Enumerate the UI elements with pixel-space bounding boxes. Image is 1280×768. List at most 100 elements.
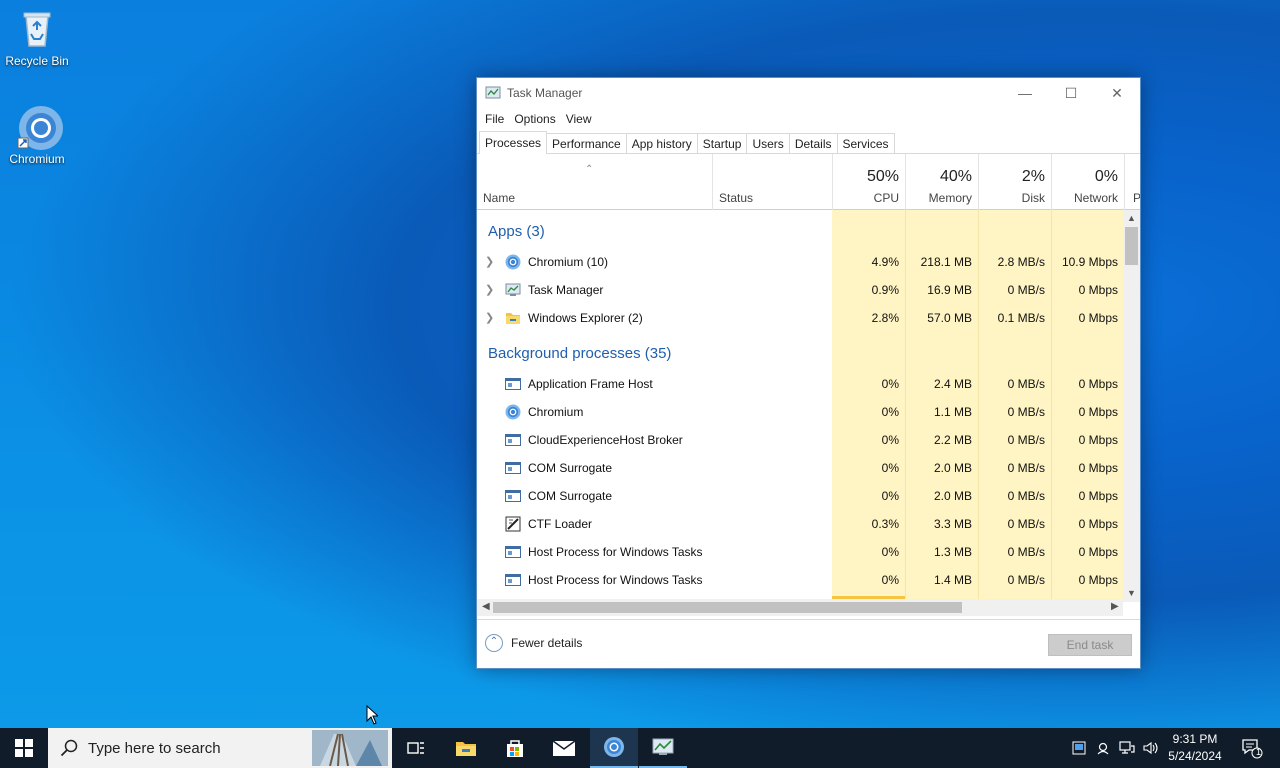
process-network: 0 Mbps xyxy=(1078,377,1118,391)
horizontal-scroll-thumb[interactable] xyxy=(493,602,962,613)
process-row[interactable]: Host Process for Windows Tasks 0% 1.4 MB 0 … xyxy=(477,566,1123,594)
process-row[interactable]: Chromium 0% 1.1 MB 0 MB/s 0 Mbps xyxy=(477,398,1123,426)
clock[interactable]: 9:31 PM 5/24/2024 xyxy=(1160,731,1230,765)
chromium-icon xyxy=(604,737,624,757)
tray-window-icon xyxy=(1072,741,1086,755)
process-disk: 0 MB/s xyxy=(1007,517,1045,531)
action-center-button[interactable]: 1 xyxy=(1232,728,1272,768)
process-network: 0 Mbps xyxy=(1078,405,1118,419)
process-row[interactable]: Application Frame Host 0% 2.4 MB 0 MB/s 0 Mb… xyxy=(477,370,1123,398)
recycle-bin-shortcut[interactable]: Recycle Bin xyxy=(0,6,74,68)
chromium-taskbar-button[interactable] xyxy=(590,728,638,768)
process-network: 10.9 Mbps xyxy=(1061,255,1118,269)
process-disk: 0 MB/s xyxy=(1007,573,1045,587)
menu-bar: File Options View xyxy=(477,108,1140,130)
process-disk: 0.1 MB/s xyxy=(997,311,1045,325)
process-memory: 2.2 MB xyxy=(933,433,972,447)
col-power[interactable]: P xyxy=(1124,154,1140,210)
scroll-left-icon[interactable]: ◀ xyxy=(482,601,490,612)
menu-options[interactable]: Options xyxy=(510,112,559,126)
scroll-down-icon[interactable]: ▼ xyxy=(1123,588,1140,598)
minimize-button[interactable]: — xyxy=(1002,78,1048,108)
close-button[interactable]: ✕ xyxy=(1094,78,1140,108)
process-row[interactable]: COM Surrogate 0% 2.0 MB 0 MB/s 0 Mbps xyxy=(477,482,1123,510)
horizontal-scrollbar[interactable]: ◀ ▶ xyxy=(477,599,1123,616)
tab-performance[interactable]: Performance xyxy=(546,133,627,153)
vertical-scrollbar[interactable]: ▲ ▼ xyxy=(1123,210,1140,602)
col-status[interactable]: Status xyxy=(712,154,832,210)
scroll-right-icon[interactable]: ▶ xyxy=(1111,601,1119,612)
chromium-shortcut[interactable]: Chromium xyxy=(0,104,74,166)
process-name: Host Process for Windows Tasks xyxy=(528,545,703,559)
volume-button[interactable] xyxy=(1140,728,1162,768)
process-row[interactable]: ❯ Task Manager 0.9% 16.9 MB 0 MB/s 0 Mbps xyxy=(477,276,1123,304)
col-disk[interactable]: 2% Disk xyxy=(978,154,1051,210)
app-window-icon xyxy=(505,460,521,476)
col-cpu[interactable]: 50% CPU xyxy=(832,154,905,210)
tab-app-history[interactable]: App history xyxy=(625,133,698,153)
recycle-bin-label: Recycle Bin xyxy=(5,54,69,68)
process-row[interactable]: Host Process for Windows Tasks 0% 1.3 MB 0 … xyxy=(477,538,1123,566)
tab-services[interactable]: Services xyxy=(836,133,895,153)
process-row[interactable]: CTF Loader 0.3% 3.3 MB 0 MB/s 0 Mbps xyxy=(477,510,1123,538)
start-button[interactable] xyxy=(0,728,48,768)
process-disk: 0 MB/s xyxy=(1007,405,1045,419)
process-network: 0 Mbps xyxy=(1078,311,1118,325)
chromium-icon xyxy=(505,254,521,270)
maximize-button[interactable]: ☐ xyxy=(1048,78,1094,108)
tab-users[interactable]: Users xyxy=(746,133,790,153)
scroll-up-icon[interactable]: ▲ xyxy=(1123,213,1140,223)
vertical-scroll-thumb[interactable] xyxy=(1125,227,1138,265)
process-disk: 0 MB/s xyxy=(1007,461,1045,475)
tab-startup[interactable]: Startup xyxy=(696,133,748,153)
process-cpu: 0% xyxy=(881,405,899,419)
network-button[interactable] xyxy=(1116,728,1138,768)
recycle-bin-icon xyxy=(15,6,59,50)
tab-processes[interactable]: Processes xyxy=(479,131,548,154)
footer: ⌃ Fewer details End task xyxy=(477,619,1140,668)
task-view-button[interactable] xyxy=(392,728,440,768)
tray-app-button[interactable] xyxy=(1068,728,1090,768)
tab-details[interactable]: Details xyxy=(788,133,838,153)
process-memory: 3.3 MB xyxy=(933,517,972,531)
process-row[interactable]: CloudExperienceHost Broker 0% 2.2 MB 0 MB/s… xyxy=(477,426,1123,454)
col-memory[interactable]: 40% Memory xyxy=(905,154,978,210)
process-row[interactable]: ❯ Windows Explorer (2) 2.8% 57.0 MB 0.1 MB/s… xyxy=(477,304,1123,332)
ctf-loader-icon xyxy=(505,516,521,532)
menu-view[interactable]: View xyxy=(562,112,596,126)
title-bar[interactable]: Task Manager — ☐ ✕ xyxy=(477,78,1140,108)
app-window-icon xyxy=(505,488,521,504)
app-window-icon xyxy=(505,544,521,560)
task-manager-window: Task Manager — ☐ ✕ File Options View Pro… xyxy=(476,77,1141,669)
fewer-details-button[interactable]: ⌃ Fewer details xyxy=(485,634,582,652)
expand-chevron-icon[interactable]: ❯ xyxy=(485,283,494,296)
process-name: COM Surrogate xyxy=(528,489,613,503)
process-memory: 2.4 MB xyxy=(933,377,972,391)
process-row[interactable]: COM Surrogate 0% 2.0 MB 0 MB/s 0 Mbps xyxy=(477,454,1123,482)
process-network: 0 Mbps xyxy=(1078,461,1118,475)
end-task-button[interactable]: End task xyxy=(1048,634,1132,656)
process-name: Chromium (10) xyxy=(528,255,609,269)
process-name: Chromium xyxy=(528,405,584,419)
col-network[interactable]: 0% Network xyxy=(1051,154,1124,210)
process-cpu: 2.8% xyxy=(871,311,899,325)
file-explorer-button[interactable] xyxy=(442,728,490,768)
expand-chevron-icon[interactable]: ❯ xyxy=(485,255,494,268)
process-memory: 1.4 MB xyxy=(933,573,972,587)
clock-time: 9:31 PM xyxy=(1172,732,1218,746)
tray-meet-button[interactable] xyxy=(1092,728,1114,768)
process-cpu: 0% xyxy=(881,573,899,587)
process-network: 0 Mbps xyxy=(1078,517,1118,531)
col-name[interactable]: ⌃ Name xyxy=(477,154,712,210)
search-box[interactable]: Type here to search xyxy=(48,728,392,768)
file-explorer-icon xyxy=(456,742,476,756)
process-name: Host Process for Windows Tasks xyxy=(528,573,703,587)
mouse-cursor-icon xyxy=(366,705,378,725)
expand-chevron-icon[interactable]: ❯ xyxy=(485,311,494,324)
menu-file[interactable]: File xyxy=(481,112,508,126)
store-button[interactable] xyxy=(491,728,539,768)
task-manager-icon xyxy=(505,282,521,298)
mail-button[interactable] xyxy=(540,728,588,768)
process-row[interactable]: ❯ Chromium (10) 4.9% 218.1 MB 2.8 MB/s 10.9 M… xyxy=(477,248,1123,276)
task-manager-taskbar-button[interactable] xyxy=(639,728,687,768)
